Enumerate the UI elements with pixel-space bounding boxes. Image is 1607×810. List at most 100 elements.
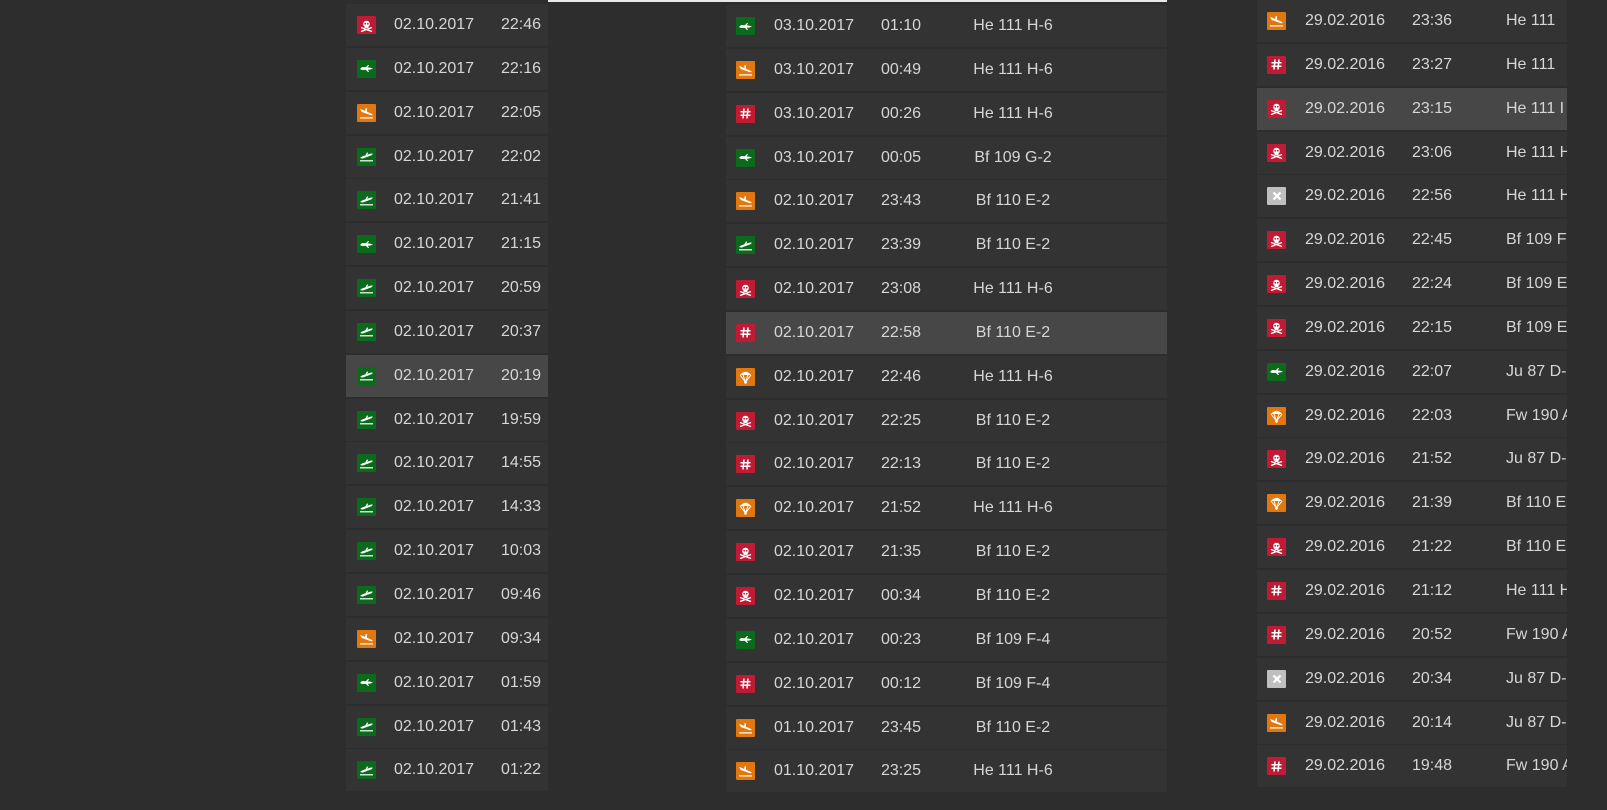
list-item[interactable]: 29.02.2016 21:12 He 111 H bbox=[1257, 569, 1567, 612]
list-item[interactable]: 02.10.2017 21:41 bbox=[346, 179, 548, 222]
list-item[interactable]: 29.02.2016 23:36 He 111 bbox=[1257, 0, 1567, 42]
list-item[interactable]: 02.10.2017 21:35 Bf 110 E-2 bbox=[726, 531, 1167, 574]
plane-takeoff-icon bbox=[736, 236, 755, 255]
aircraft-name: He 111 H-6 bbox=[973, 104, 1053, 122]
event-time: 22:03 bbox=[1412, 406, 1453, 424]
list-item[interactable]: 02.10.2017 22:58 Bf 110 E-2 bbox=[726, 311, 1167, 354]
list-item[interactable]: 02.10.2017 00:34 Bf 110 E-2 bbox=[726, 574, 1167, 617]
list-item[interactable]: 02.10.2017 22:05 bbox=[346, 91, 548, 134]
list-item[interactable]: 02.10.2017 22:13 Bf 110 E-2 bbox=[726, 443, 1167, 486]
list-item[interactable]: 03.10.2017 00:05 Bf 109 G-2 bbox=[726, 136, 1167, 179]
list-item[interactable]: 02.10.2017 14:55 bbox=[346, 442, 548, 485]
event-time: 20:19 bbox=[500, 366, 541, 384]
list-item[interactable]: 02.10.2017 01:22 bbox=[346, 749, 548, 792]
event-time: 23:39 bbox=[881, 236, 922, 254]
skull-crossbones-icon bbox=[1267, 450, 1286, 469]
skull-crossbones-icon bbox=[1267, 99, 1286, 118]
list-item[interactable]: 02.10.2017 22:46 bbox=[346, 4, 548, 46]
list-item[interactable]: 02.10.2017 20:19 bbox=[346, 354, 548, 397]
list-item[interactable]: 29.02.2016 20:52 Fw 190 A bbox=[1257, 613, 1567, 656]
skull-crossbones-icon bbox=[1267, 143, 1286, 162]
hash-icon bbox=[1267, 625, 1286, 644]
list-item[interactable]: 02.10.2017 23:08 He 111 H-6 bbox=[726, 268, 1167, 311]
list-item[interactable]: 02.10.2017 00:23 Bf 109 F-4 bbox=[726, 618, 1167, 661]
list-item[interactable]: 02.10.2017 09:46 bbox=[346, 573, 548, 616]
event-time: 22:15 bbox=[1412, 318, 1453, 336]
list-item[interactable]: 02.10.2017 01:59 bbox=[346, 661, 548, 704]
list-item[interactable]: 02.10.2017 22:16 bbox=[346, 47, 548, 90]
list-item[interactable]: 02.10.2017 20:59 bbox=[346, 267, 548, 310]
event-time: 21:39 bbox=[1412, 494, 1453, 512]
list-item[interactable]: 02.10.2017 21:52 He 111 H-6 bbox=[726, 487, 1167, 530]
list-item[interactable]: 02.10.2017 22:02 bbox=[346, 135, 548, 178]
list-item[interactable]: 02.10.2017 23:43 Bf 110 E-2 bbox=[726, 180, 1167, 223]
plane-landing-icon bbox=[1267, 713, 1286, 732]
list-item[interactable]: 02.10.2017 01:43 bbox=[346, 705, 548, 748]
list-item[interactable]: 29.02.2016 21:39 Bf 110 E bbox=[1257, 482, 1567, 525]
list-item[interactable]: 02.10.2017 19:59 bbox=[346, 398, 548, 441]
list-item[interactable]: 29.02.2016 20:34 Ju 87 D- bbox=[1257, 657, 1567, 700]
plane-takeoff-icon bbox=[357, 585, 376, 604]
event-time: 00:12 bbox=[881, 674, 922, 692]
list-item[interactable]: 29.02.2016 23:27 He 111 bbox=[1257, 43, 1567, 86]
list-item[interactable]: 29.02.2016 19:48 Fw 190 A bbox=[1257, 745, 1567, 788]
event-time: 00:49 bbox=[881, 60, 922, 78]
list-item[interactable]: 01.10.2017 23:45 Bf 110 E-2 bbox=[726, 706, 1167, 749]
event-time: 10:03 bbox=[500, 542, 541, 560]
event-date: 02.10.2017 bbox=[394, 191, 475, 209]
list-item[interactable]: 29.02.2016 22:45 Bf 109 F bbox=[1257, 219, 1567, 262]
event-date: 02.10.2017 bbox=[394, 322, 475, 340]
list-item[interactable]: 29.02.2016 22:15 Bf 109 E bbox=[1257, 306, 1567, 349]
event-time: 22:46 bbox=[881, 367, 922, 385]
list-item[interactable]: 02.10.2017 09:34 bbox=[346, 617, 548, 660]
event-date: 02.10.2017 bbox=[774, 323, 855, 341]
event-time: 23:45 bbox=[881, 718, 922, 736]
plane-takeoff-icon bbox=[357, 410, 376, 429]
aircraft-name: Bf 110 E-2 bbox=[975, 192, 1051, 210]
list-item[interactable]: 29.02.2016 23:06 He 111 H bbox=[1257, 131, 1567, 174]
list-item[interactable]: 02.10.2017 21:15 bbox=[346, 223, 548, 266]
plane-takeoff-icon bbox=[357, 191, 376, 210]
event-date: 02.10.2017 bbox=[394, 498, 475, 516]
plane-takeoff-icon bbox=[357, 366, 376, 385]
list-item[interactable]: 29.02.2016 22:24 Bf 109 E bbox=[1257, 263, 1567, 306]
list-item[interactable]: 29.02.2016 20:14 Ju 87 D- bbox=[1257, 701, 1567, 744]
aircraft-name: He 111 H-6 bbox=[973, 367, 1053, 385]
list-item[interactable]: 29.02.2016 23:15 He 111 I bbox=[1257, 87, 1567, 130]
list-item[interactable]: 29.02.2016 21:52 Ju 87 D- bbox=[1257, 438, 1567, 481]
skull-crossbones-icon bbox=[736, 586, 755, 605]
list-item[interactable]: 02.10.2017 20:37 bbox=[346, 310, 548, 353]
event-date: 02.10.2017 bbox=[394, 103, 475, 121]
event-time: 20:14 bbox=[1412, 713, 1453, 731]
list-item[interactable]: 02.10.2017 22:46 He 111 H-6 bbox=[726, 355, 1167, 398]
event-time: 14:33 bbox=[500, 498, 541, 516]
list-item[interactable]: 02.10.2017 14:33 bbox=[346, 486, 548, 529]
list-item[interactable]: 02.10.2017 23:39 Bf 110 E-2 bbox=[726, 224, 1167, 267]
list-item[interactable]: 03.10.2017 00:49 He 111 H-6 bbox=[726, 48, 1167, 91]
event-date: 29.02.2016 bbox=[1305, 55, 1386, 73]
event-time: 01:10 bbox=[881, 17, 922, 34]
event-date: 02.10.2017 bbox=[394, 279, 475, 297]
event-time: 20:52 bbox=[1412, 625, 1453, 643]
aircraft-name: Ju 87 D- bbox=[1506, 450, 1567, 468]
list-item[interactable]: 29.02.2016 21:22 Bf 110 E bbox=[1257, 526, 1567, 569]
list-item[interactable]: 02.10.2017 00:12 Bf 109 F-4 bbox=[726, 662, 1167, 705]
event-time: 14:55 bbox=[500, 454, 541, 472]
event-date: 02.10.2017 bbox=[774, 236, 855, 254]
event-time: 22:25 bbox=[881, 411, 922, 429]
aircraft-name: Bf 110 E-2 bbox=[975, 411, 1051, 429]
list-item[interactable]: 01.10.2017 23:25 He 111 H-6 bbox=[726, 750, 1167, 793]
list-item[interactable]: 03.10.2017 00:26 He 111 H-6 bbox=[726, 92, 1167, 135]
list-item[interactable]: 02.10.2017 10:03 bbox=[346, 530, 548, 573]
event-time: 01:22 bbox=[500, 761, 541, 779]
list-item[interactable]: 03.10.2017 01:10 He 111 H-6 bbox=[726, 5, 1167, 47]
list-item[interactable]: 29.02.2016 22:07 Ju 87 D- bbox=[1257, 350, 1567, 393]
event-time: 21:41 bbox=[500, 191, 541, 209]
event-date: 02.10.2017 bbox=[394, 147, 475, 165]
plane-takeoff-icon bbox=[357, 279, 376, 298]
list-item[interactable]: 29.02.2016 22:56 He 111 H bbox=[1257, 175, 1567, 218]
list-item[interactable]: 02.10.2017 22:25 Bf 110 E-2 bbox=[726, 399, 1167, 442]
event-time: 21:12 bbox=[1412, 581, 1453, 599]
skull-crossbones-icon bbox=[736, 411, 755, 430]
list-item[interactable]: 29.02.2016 22:03 Fw 190 A bbox=[1257, 394, 1567, 437]
